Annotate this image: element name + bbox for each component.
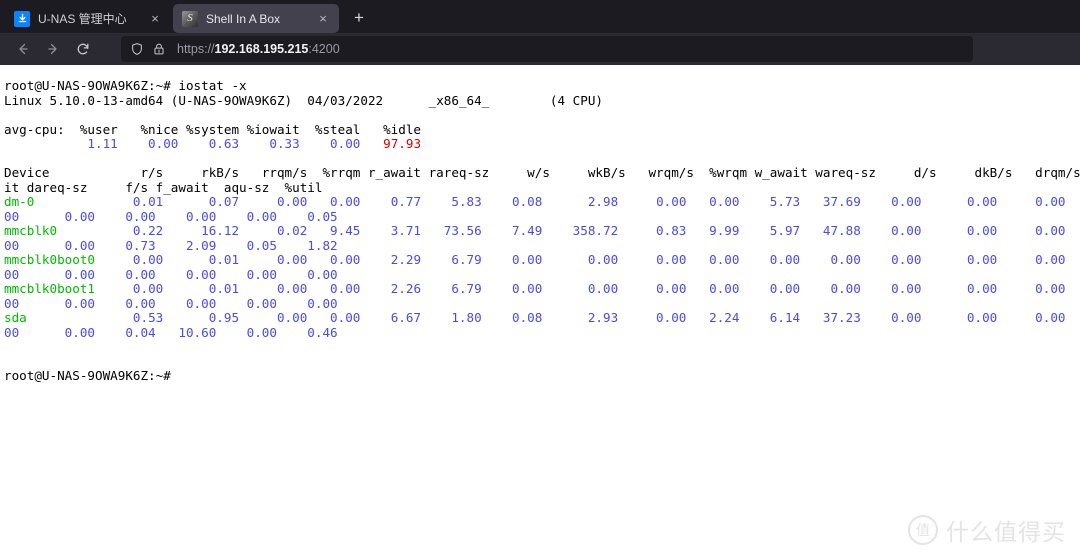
terminal-output: root@U-NAS-9OWA9K6Z:~# iostat -x Linux 5… <box>0 65 1080 384</box>
terminal-blank-line <box>4 108 1080 123</box>
tab-title-unas: U-NAS 管理中心 <box>38 11 141 27</box>
terminal-banner: Linux 5.10.0-13-amd64 (U-NAS-9OWA9K6Z) 0… <box>4 94 1080 109</box>
back-button[interactable] <box>8 36 38 62</box>
tab-strip: U-NAS 管理中心 × S Shell In A Box × + <box>0 0 1080 33</box>
table-row: dm-0 0.01 0.07 0.00 0.00 0.77 5.83 0.08 … <box>4 195 1080 210</box>
device-name: dm-0 <box>4 194 34 209</box>
device-row-values: 0.22 16.12 0.02 9.45 3.71 73.56 7.49 358… <box>57 223 1080 238</box>
watermark-badge: 值 <box>908 515 938 545</box>
terminal-prompt-command: root@U-NAS-9OWA9K6Z:~# iostat -x <box>4 79 1080 94</box>
table-row: mmcblk0boot0 0.00 0.01 0.00 0.00 2.29 6.… <box>4 253 1080 268</box>
table-row-wrap: 00 0.00 0.00 0.00 0.00 0.00 <box>4 268 1080 283</box>
watermark: 值 什么值得买 <box>908 513 1066 547</box>
device-row-values: 0.00 0.01 0.00 0.00 2.29 6.79 0.00 0.00 … <box>95 252 1080 267</box>
device-row-values-wrap: 00 0.00 0.04 10.60 0.00 0.46 <box>4 325 338 340</box>
url-scheme: https:// <box>177 42 215 56</box>
device-name: mmcblk0boot1 <box>4 281 95 296</box>
device-row-values-wrap: 00 0.00 0.00 0.00 0.00 0.00 <box>4 267 338 282</box>
terminal-blank-line <box>4 152 1080 167</box>
table-row: mmcblk0 0.22 16.12 0.02 9.45 3.71 73.56 … <box>4 224 1080 239</box>
device-name: mmcblk0 <box>4 223 57 238</box>
browser-chrome: U-NAS 管理中心 × S Shell In A Box × + <box>0 0 1080 65</box>
device-row-values: 0.01 0.07 0.00 0.00 0.77 5.83 0.08 2.98 … <box>34 194 1080 209</box>
terminal-viewport[interactable]: root@U-NAS-9OWA9K6Z:~# iostat -x Linux 5… <box>0 65 1080 559</box>
reload-button[interactable] <box>68 36 98 62</box>
table-row-wrap: 00 0.00 0.00 0.00 0.00 0.05 <box>4 210 1080 225</box>
table-row: sda 0.53 0.95 0.00 0.00 6.67 1.80 0.08 2… <box>4 311 1080 326</box>
device-name: sda <box>4 310 27 325</box>
arrow-left-icon <box>15 41 31 57</box>
tab-shell-in-a-box[interactable]: S Shell In A Box × <box>173 4 339 33</box>
url-bar[interactable]: https://192.168.195.215:4200 <box>121 36 973 62</box>
device-row-values-wrap: 00 0.00 0.00 0.00 0.00 0.00 <box>4 296 338 311</box>
forward-button[interactable] <box>38 36 68 62</box>
tab-close-icon[interactable]: × <box>315 11 331 27</box>
device-table-header-line1: Device r/s rkB/s rrqm/s %rrqm r_await ra… <box>4 166 1080 181</box>
table-row-wrap: 00 0.00 0.00 0.00 0.00 0.00 <box>4 297 1080 312</box>
terminal-prompt-bottom: root@U-NAS-9OWA9K6Z:~# <box>4 369 1080 384</box>
device-table-header-line2: it dareq-sz f/s f_await aqu-sz %util <box>4 181 1080 196</box>
terminal-blank-line <box>4 355 1080 370</box>
navigation-bar: https://192.168.195.215:4200 <box>0 33 1080 65</box>
arrow-right-icon <box>45 41 61 57</box>
tab-close-icon[interactable]: × <box>147 11 163 27</box>
device-name: mmcblk0boot0 <box>4 252 95 267</box>
shell-in-a-box-icon: S <box>182 11 198 27</box>
avg-cpu-header: avg-cpu: %user %nice %system %iowait %st… <box>4 123 1080 138</box>
device-row-values: 0.53 0.95 0.00 0.00 6.67 1.80 0.08 2.93 … <box>27 310 1080 325</box>
table-row-wrap: 00 0.00 0.73 2.09 0.05 1.82 <box>4 239 1080 254</box>
reload-icon <box>75 41 91 57</box>
url-port: :4200 <box>308 42 339 56</box>
url-host: 192.168.195.215 <box>215 42 309 56</box>
download-arrow-icon <box>14 11 30 27</box>
lock-warning-icon[interactable] <box>151 41 167 57</box>
tab-title-shell: Shell In A Box <box>206 11 309 27</box>
tab-unas[interactable]: U-NAS 管理中心 × <box>5 4 171 33</box>
new-tab-button[interactable]: + <box>346 5 372 31</box>
avg-cpu-values: 1.11 0.00 0.63 0.33 0.00 97.93 <box>4 137 1080 152</box>
device-row-values-wrap: 00 0.00 0.73 2.09 0.05 1.82 <box>4 238 338 253</box>
avg-cpu-values-text: 1.11 0.00 0.63 0.33 0.00 97.93 <box>4 136 421 151</box>
device-row-values: 0.00 0.01 0.00 0.00 2.26 6.79 0.00 0.00 … <box>95 281 1080 296</box>
watermark-text: 什么值得买 <box>946 513 1066 547</box>
device-row-values-wrap: 00 0.00 0.00 0.00 0.00 0.05 <box>4 209 338 224</box>
table-row: mmcblk0boot1 0.00 0.01 0.00 0.00 2.26 6.… <box>4 282 1080 297</box>
avg-cpu-idle-value: 97.93 <box>383 136 421 151</box>
shield-icon[interactable] <box>129 41 145 57</box>
terminal-blank-line <box>4 340 1080 355</box>
table-row-wrap: 00 0.00 0.04 10.60 0.00 0.46 <box>4 326 1080 341</box>
